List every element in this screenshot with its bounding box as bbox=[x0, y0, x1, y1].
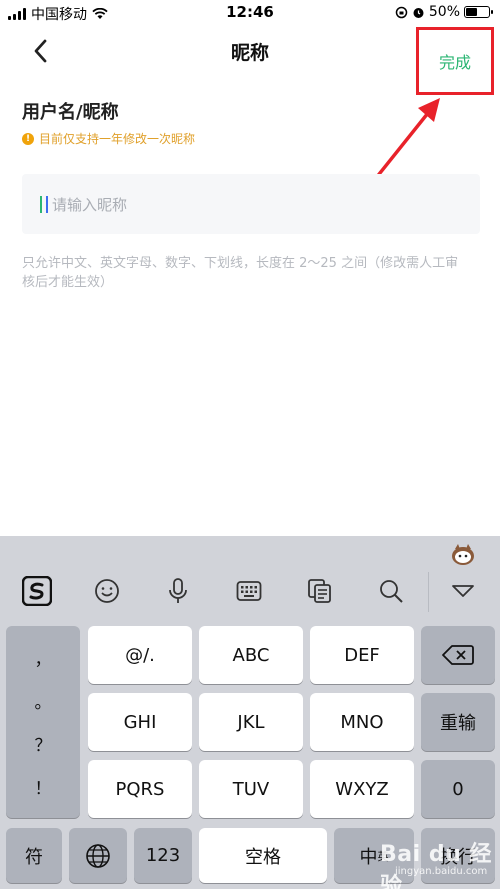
sogou-logo-icon[interactable] bbox=[22, 576, 52, 606]
watermark-brand: Bai du 经验 bbox=[380, 842, 492, 889]
collapse-icon[interactable] bbox=[448, 576, 478, 606]
notice: ! 目前仅支持一年修改一次昵称 bbox=[22, 130, 195, 147]
globe-key[interactable] bbox=[69, 828, 127, 883]
text-cursor bbox=[40, 196, 42, 213]
key-label: 0 bbox=[452, 778, 464, 800]
toolbar-divider bbox=[428, 572, 429, 612]
space-key[interactable]: 空格 bbox=[199, 828, 327, 883]
key-label: JKL bbox=[237, 711, 265, 733]
key-label: 重输 bbox=[440, 713, 476, 734]
backspace-key[interactable] bbox=[421, 626, 495, 684]
key-mno[interactable]: MNO bbox=[310, 693, 414, 751]
key-label: WXYZ bbox=[335, 778, 389, 800]
done-button[interactable]: 完成 bbox=[416, 27, 494, 95]
key-label: MNO bbox=[340, 711, 384, 733]
key-label: @/. bbox=[125, 644, 155, 666]
symbol-key[interactable]: 符 bbox=[6, 828, 62, 883]
keyboard-toolbar bbox=[0, 536, 500, 626]
punct-exclaim: ！ bbox=[34, 779, 52, 799]
status-bar: 中国移动 12:46 50% bbox=[0, 0, 500, 26]
key-pqrs[interactable]: PQRS bbox=[88, 760, 192, 818]
key-wxyz[interactable]: WXYZ bbox=[310, 760, 414, 818]
key-label: DEF bbox=[344, 644, 380, 666]
battery-fill bbox=[466, 8, 477, 16]
punct-period: 。 bbox=[34, 693, 52, 713]
reenter-key[interactable]: 重输 bbox=[421, 693, 495, 751]
status-right: 50% bbox=[395, 4, 493, 20]
key-label: 符 bbox=[25, 846, 43, 868]
key-label: ABC bbox=[232, 644, 270, 666]
warning-icon: ! bbox=[22, 132, 34, 145]
input-hint: 只允许中文、英文字母、数字、下划线，长度在 2～25 之间（修改需人工审核后才能… bbox=[22, 256, 459, 290]
done-label: 完成 bbox=[438, 53, 471, 72]
numbers-key[interactable]: 123 bbox=[134, 828, 192, 883]
key-label: GHI bbox=[123, 711, 157, 733]
globe-icon bbox=[86, 843, 110, 868]
key-symbols[interactable]: @/. bbox=[88, 626, 192, 684]
key-tuv[interactable]: TUV bbox=[199, 760, 303, 818]
zero-key[interactable]: 0 bbox=[421, 760, 495, 818]
battery-icon bbox=[464, 6, 493, 18]
microphone-icon[interactable] bbox=[163, 576, 193, 606]
punct-comma: ， bbox=[34, 650, 52, 670]
text-cursor-highlight bbox=[46, 196, 48, 213]
input-placeholder: 请输入昵称 bbox=[52, 196, 128, 214]
punctuation-key[interactable]: ， 。 ？ ！ bbox=[6, 626, 80, 818]
keyboard-icon[interactable] bbox=[234, 576, 264, 606]
orientation-lock-icon bbox=[395, 6, 408, 18]
emoji-icon[interactable] bbox=[92, 576, 122, 606]
key-label: PQRS bbox=[115, 778, 165, 800]
alarm-icon bbox=[413, 7, 424, 18]
section-title: 用户名/昵称 bbox=[22, 102, 119, 123]
key-label: TUV bbox=[232, 778, 270, 800]
key-ghi[interactable]: GHI bbox=[88, 693, 192, 751]
key-label: 空格 bbox=[245, 846, 281, 868]
key-label: 123 bbox=[145, 845, 181, 866]
backspace-icon bbox=[442, 645, 474, 665]
punct-question: ？ bbox=[34, 736, 52, 756]
key-jkl[interactable]: JKL bbox=[199, 693, 303, 751]
clipboard-icon[interactable] bbox=[305, 576, 335, 606]
watermark-url: jingyan.baidu.com bbox=[395, 866, 488, 877]
mascot-icon[interactable] bbox=[450, 542, 476, 566]
key-def[interactable]: DEF bbox=[310, 626, 414, 684]
nickname-input[interactable]: 请输入昵称 bbox=[22, 174, 480, 234]
key-abc[interactable]: ABC bbox=[199, 626, 303, 684]
search-icon[interactable] bbox=[376, 576, 406, 606]
battery-percent: 50% bbox=[428, 4, 460, 20]
notice-text: 目前仅支持一年修改一次昵称 bbox=[39, 132, 196, 146]
key-label: 中 bbox=[359, 846, 378, 868]
